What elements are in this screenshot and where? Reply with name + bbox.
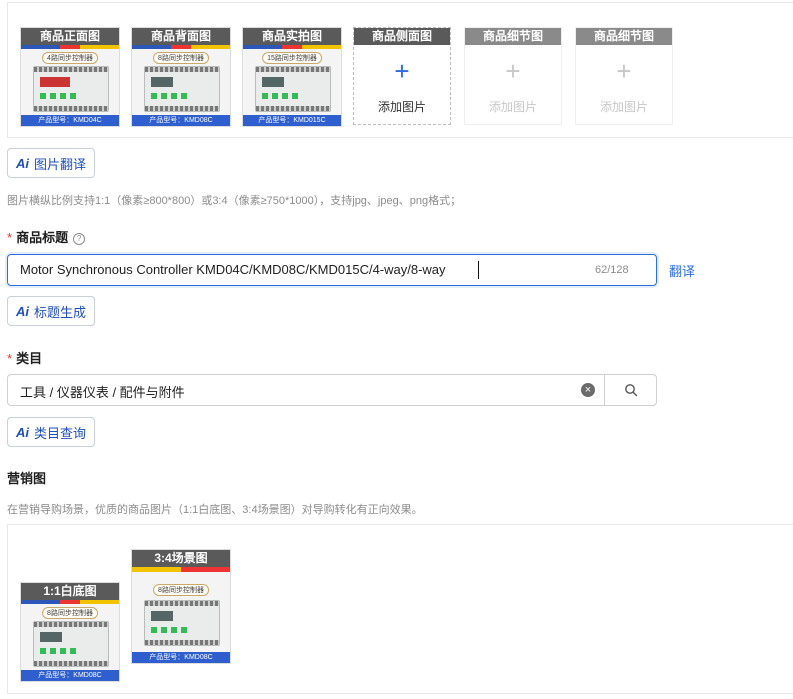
image-caption: 商品背面图	[132, 28, 230, 45]
image-caption: 商品细节图	[465, 28, 561, 45]
product-tag: 8路同步控制器	[153, 52, 209, 64]
banner-strip	[132, 45, 230, 49]
ai-icon: Ai	[16, 155, 29, 171]
marketing-image-square[interactable]: 1:1白底图 8路同步控制器 产品型号：KMD08C	[20, 582, 120, 682]
banner-strip	[243, 45, 341, 49]
device-photo	[33, 621, 109, 667]
image-caption: 3:4场景图	[132, 550, 230, 567]
title-generate-button[interactable]: Ai 标题生成	[7, 296, 96, 326]
device-photo	[33, 66, 109, 112]
required-mark: *	[7, 230, 13, 245]
add-image-label: 添加图片	[599, 100, 648, 114]
model-label: 产品型号：KMD08C	[132, 652, 230, 663]
title-input-value: Motor Synchronous Controller KMD04C/KMD0…	[20, 262, 446, 277]
add-detail-image-slot-2[interactable]: 商品细节图 + 添加图片	[575, 27, 673, 125]
help-icon[interactable]: ?	[73, 233, 86, 245]
category-select[interactable]: 工具 / 仪器仪表 / 配件与附件 ×	[7, 374, 605, 406]
banner-strip	[132, 567, 230, 572]
banner-strip	[21, 45, 119, 49]
button-label: 类目查询	[34, 425, 87, 441]
title-label: * 商品标题?	[7, 227, 86, 246]
marketing-label: 营销图	[7, 471, 47, 486]
add-image-label: 添加图片	[377, 100, 426, 114]
add-detail-image-slot-1[interactable]: 商品细节图 + 添加图片	[464, 27, 562, 125]
marketing-images-panel	[7, 524, 793, 694]
product-tag: 8路同步控制器	[153, 584, 209, 596]
add-side-image-slot[interactable]: 商品侧面图 + 添加图片	[353, 27, 451, 125]
required-mark: *	[7, 351, 13, 366]
image-translate-button[interactable]: Ai 图片翻译	[7, 148, 96, 178]
clear-icon[interactable]: ×	[581, 383, 595, 397]
product-tag: 8路同步控制器	[42, 607, 98, 619]
model-label: 产品型号：KMD08C	[132, 115, 230, 126]
ai-icon: Ai	[16, 424, 29, 440]
model-label: 产品型号：KMD04C	[21, 115, 119, 126]
product-tag: 4路同步控制器	[42, 52, 98, 64]
plus-icon: +	[394, 56, 410, 86]
image-format-hint: 图片横纵比例支持1:1（像素≥800*800）或3:4（像素≥750*1000）…	[7, 195, 462, 207]
char-counter: 62/128	[595, 264, 629, 276]
product-image-real[interactable]: 商品实拍图 15路同步控制器 产品型号：KMD015C	[242, 27, 342, 127]
marketing-image-portrait[interactable]: 3:4场景图 8路同步控制器 产品型号：KMD08C	[131, 549, 231, 664]
category-label: * 类目	[7, 348, 42, 367]
title-input[interactable]: Motor Synchronous Controller KMD04C/KMD0…	[7, 254, 657, 286]
plus-icon: +	[616, 56, 632, 86]
add-image-label: 添加图片	[488, 100, 537, 114]
device-photo	[255, 66, 331, 112]
product-image-front[interactable]: 商品正面图 4路同步控制器 产品型号：KMD04C	[20, 27, 120, 127]
button-label: 标题生成	[34, 304, 87, 320]
product-tag: 15路同步控制器	[262, 52, 322, 64]
device-photo	[144, 66, 220, 112]
label-text: 商品标题	[16, 230, 69, 245]
product-image-back[interactable]: 商品背面图 8路同步控制器 产品型号：KMD08C	[131, 27, 231, 127]
model-label: 产品型号：KMD08C	[21, 670, 119, 681]
image-caption: 商品细节图	[576, 28, 672, 45]
translate-link[interactable]: 翻译	[669, 261, 695, 280]
marketing-hint: 在营销导购场景，优质的商品图片（1:1白底图、3:4场景图）对导购转化有正向效果…	[7, 504, 423, 516]
button-label: 图片翻译	[34, 156, 87, 172]
plus-icon: +	[505, 56, 521, 86]
image-caption: 商品侧面图	[354, 28, 450, 45]
search-icon	[625, 384, 638, 397]
category-value: 工具 / 仪器仪表 / 配件与附件	[20, 385, 185, 400]
ai-icon: Ai	[16, 303, 29, 319]
category-query-button[interactable]: Ai 类目查询	[7, 417, 96, 447]
image-caption: 商品实拍图	[243, 28, 341, 45]
text-caret	[478, 261, 479, 279]
image-caption: 1:1白底图	[21, 583, 119, 600]
image-caption: 商品正面图	[21, 28, 119, 45]
device-photo	[144, 600, 220, 646]
banner-strip	[21, 600, 119, 604]
label-text: 类目	[16, 351, 43, 366]
model-label: 产品型号：KMD015C	[243, 115, 341, 126]
category-search-button[interactable]	[604, 374, 657, 406]
